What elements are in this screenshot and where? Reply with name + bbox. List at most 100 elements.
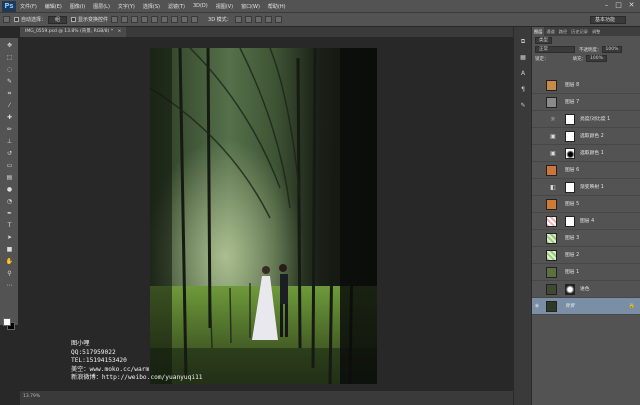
visibility-off-icon[interactable] [534, 201, 540, 207]
quick-select-tool-icon[interactable]: ✎ [4, 78, 15, 86]
zoom-tool-icon[interactable]: ⚲ [4, 270, 15, 278]
visibility-off-icon[interactable] [534, 150, 540, 156]
foreground-color-swatch[interactable] [3, 318, 11, 326]
auto-select-dropdown[interactable]: 组 [48, 15, 68, 24]
character-panel-icon[interactable]: A [518, 69, 528, 78]
menu-file[interactable]: 文件(F) [16, 3, 41, 10]
move-tool-icon[interactable]: ✥ [4, 42, 15, 50]
rectangle-tool-icon[interactable]: ■ [4, 246, 15, 254]
layer-row-5[interactable]: 图层 5 [532, 196, 640, 213]
minimize-button[interactable]: – [602, 1, 611, 10]
paragraph-panel-icon[interactable]: ¶ [518, 85, 528, 94]
menu-layer[interactable]: 图层(L) [89, 3, 114, 10]
history-brush-tool-icon[interactable]: ↺ [4, 150, 15, 158]
visibility-off-icon[interactable] [534, 252, 540, 258]
layer-row-2[interactable]: 图层 2 [532, 247, 640, 264]
layer-row-3[interactable]: 图层 3 [532, 230, 640, 247]
tab-channels[interactable]: 通道 [544, 29, 556, 35]
brush-tool-icon[interactable]: ✏ [4, 126, 15, 134]
align-bottom-icon[interactable] [131, 16, 139, 23]
layer-kind-filter[interactable]: 类型 [535, 37, 552, 44]
roll-3d-icon[interactable] [244, 16, 252, 23]
maximize-button[interactable]: □ [614, 1, 623, 10]
lasso-tool-icon[interactable]: ◌ [4, 66, 15, 74]
tab-layers[interactable]: 图层 [532, 27, 545, 36]
layer-row-background[interactable]: ◉ 背景 🔒 [532, 298, 640, 315]
auto-select-option[interactable]: 自动选择： 组 [14, 15, 68, 24]
opacity-field[interactable]: 100% [601, 46, 623, 53]
menu-window[interactable]: 窗口(W) [237, 3, 264, 10]
visibility-off-icon[interactable] [534, 82, 540, 88]
menu-image[interactable]: 图像(I) [66, 3, 89, 10]
close-tab-icon[interactable]: × [118, 29, 122, 34]
menu-select[interactable]: 选择(S) [139, 3, 164, 10]
zoom-level[interactable]: 13.79% [23, 394, 40, 399]
visibility-off-icon[interactable] [534, 133, 540, 139]
crop-tool-icon[interactable]: ⌗ [4, 90, 15, 98]
workspace-dropdown[interactable]: 基本功能 [590, 16, 626, 24]
layer-row-color[interactable]: 进色 [532, 281, 640, 298]
visibility-off-icon[interactable] [534, 184, 540, 190]
healing-brush-tool-icon[interactable]: ✚ [4, 114, 15, 122]
align-center-icon[interactable] [151, 16, 159, 23]
drag-3d-icon[interactable] [254, 16, 262, 23]
extra-tool-icon[interactable]: ⋯ [4, 282, 15, 290]
layer-row-4[interactable]: 图层 4 [532, 213, 640, 230]
tab-adjustments[interactable]: 调整 [590, 29, 602, 35]
document-canvas-area[interactable] [20, 38, 513, 391]
document-photo[interactable] [150, 48, 377, 384]
path-select-tool-icon[interactable]: ➤ [4, 234, 15, 242]
tab-history[interactable]: 历史记录 [569, 29, 590, 35]
gradient-tool-icon[interactable]: ▤ [4, 174, 15, 182]
dodge-tool-icon[interactable]: ◔ [4, 198, 15, 206]
history-panel-icon[interactable]: ⧉ [518, 37, 528, 46]
hand-tool-icon[interactable]: ✋ [4, 258, 15, 266]
layer-row-8[interactable]: 图层 8 [532, 77, 640, 94]
blur-tool-icon[interactable]: ● [4, 186, 15, 194]
distribute-3-icon[interactable] [191, 16, 199, 23]
layer-row-brightness[interactable]: ☼ 亮度/对比度 1 [532, 111, 640, 128]
menu-filter[interactable]: 滤镜(T) [164, 3, 189, 10]
menu-type[interactable]: 文字(Y) [114, 3, 139, 10]
visibility-off-icon[interactable] [534, 167, 540, 173]
fill-field[interactable]: 100% [586, 55, 607, 62]
layer-row-6[interactable]: 图层 6 [532, 162, 640, 179]
visibility-off-icon[interactable] [534, 218, 540, 224]
visibility-off-icon[interactable] [534, 116, 540, 122]
auto-select-checkbox[interactable] [14, 17, 19, 22]
visibility-off-icon[interactable] [534, 269, 540, 275]
document-tab[interactable]: IMG_0559.psd @ 13.8% (背景, RGB/8) * × [20, 27, 127, 37]
align-left-icon[interactable] [141, 16, 149, 23]
menu-view[interactable]: 视图(V) [212, 3, 237, 10]
menu-3d[interactable]: 3D(D) [189, 3, 212, 9]
menu-edit[interactable]: 编辑(E) [41, 3, 66, 10]
tab-paths[interactable]: 路径 [557, 29, 569, 35]
eye-icon[interactable]: ◉ [534, 303, 540, 309]
scale-3d-icon[interactable] [274, 16, 282, 23]
properties-panel-icon[interactable]: ▦ [518, 53, 528, 62]
rotate-3d-icon[interactable] [234, 16, 242, 23]
layer-row-gradient-map[interactable]: ◧ 渐变映射 1 [532, 179, 640, 196]
blend-mode-dropdown[interactable]: 正常 [535, 46, 575, 53]
layer-row-selective-color-1[interactable]: ▣ 选取颜色 1 [532, 145, 640, 162]
clone-stamp-tool-icon[interactable]: ⊥ [4, 138, 15, 146]
layer-row-7[interactable]: 图层 7 [532, 94, 640, 111]
show-transform-option[interactable]: 显示变换控件 [71, 16, 108, 23]
align-right-icon[interactable] [161, 16, 169, 23]
type-tool-icon[interactable]: T [4, 222, 15, 230]
visibility-off-icon[interactable] [534, 235, 540, 241]
menu-help[interactable]: 帮助(H) [264, 3, 290, 10]
align-top-icon[interactable] [111, 16, 119, 23]
distribute-2-icon[interactable] [181, 16, 189, 23]
marquee-tool-icon[interactable]: ⬚ [4, 54, 15, 62]
layer-row-selective-color-2[interactable]: ▣ 选取颜色 2 [532, 128, 640, 145]
brush-panel-icon[interactable]: ✎ [518, 101, 528, 110]
move-tool-preset-icon[interactable] [3, 16, 10, 23]
layer-row-1[interactable]: 图层 1 [532, 264, 640, 281]
close-window-button[interactable]: ✕ [627, 1, 636, 10]
eraser-tool-icon[interactable]: ▭ [4, 162, 15, 170]
pen-tool-icon[interactable]: ✒ [4, 210, 15, 218]
distribute-icon[interactable] [171, 16, 179, 23]
visibility-off-icon[interactable] [534, 286, 540, 292]
eyedropper-tool-icon[interactable]: ⁄ [4, 102, 15, 110]
